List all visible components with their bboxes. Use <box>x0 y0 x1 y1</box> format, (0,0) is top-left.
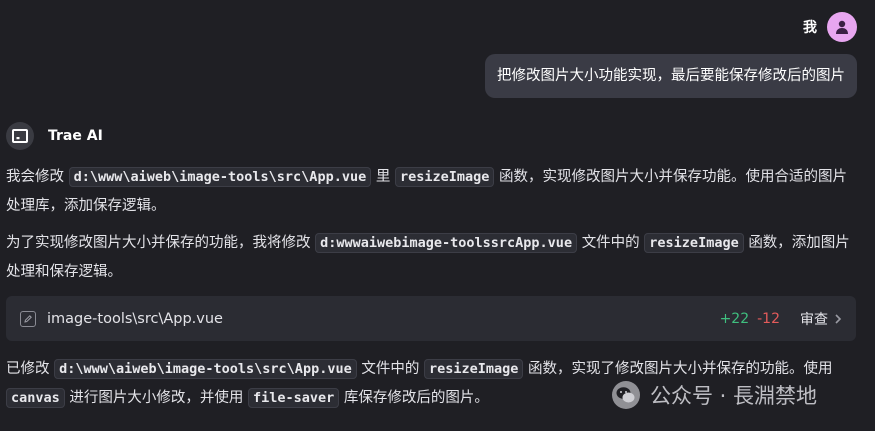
watermark-text: 公众号 · 長淵禁地 <box>650 384 818 408</box>
person-icon <box>836 20 848 34</box>
ai-avatar <box>6 122 34 150</box>
user-header: 我 <box>803 12 857 42</box>
user-avatar[interactable] <box>827 12 857 42</box>
user-name: 我 <box>803 20 817 36</box>
text: 为了实现修改图片大小并保存的功能，我将修改 <box>6 235 311 251</box>
text: 文件中的 <box>581 235 640 251</box>
text: 文件中的 <box>361 361 420 377</box>
text: 已修改 <box>6 361 50 377</box>
ai-header: Trae AI <box>6 122 103 150</box>
review-button[interactable]: 审查 <box>800 309 842 329</box>
lines-added: +22 <box>719 310 750 327</box>
file-change-card[interactable]: image-tools\src\App.vue +22 -12 审查 <box>6 296 856 341</box>
inline-code-path: d:\www\aiweb\image-tools\src\App.vue <box>54 359 357 379</box>
inline-code-function: resizeImage <box>423 359 524 379</box>
inline-code-library: file-saver <box>248 388 340 408</box>
inline-code-function: resizeImage <box>644 233 744 253</box>
chevron-right-icon <box>835 313 842 324</box>
ai-paragraph-2: 为了实现修改图片大小并保存的功能，我将修改 d:wwwaiwebimage-to… <box>6 229 861 287</box>
ai-paragraph-1: 我会修改 d:\www\aiweb\image-tools\src\App.vu… <box>6 163 861 221</box>
lines-removed: -12 <box>757 310 780 327</box>
text: 库保存修改后的图片。 <box>343 390 489 406</box>
ai-name: Trae AI <box>48 128 103 144</box>
text: 我会修改 <box>6 169 64 185</box>
watermark: 公众号 · 長淵禁地 <box>612 380 817 410</box>
inline-code-path: d:wwwaiwebimage-toolssrcApp.vue <box>315 233 578 253</box>
text: 里 <box>375 169 391 185</box>
wechat-icon <box>612 381 640 409</box>
inline-code-function: resizeImage <box>394 167 495 187</box>
trae-logo-icon <box>12 129 28 143</box>
edit-file-icon <box>20 310 36 327</box>
inline-code-canvas: canvas <box>6 388 65 408</box>
inline-code-path: d:\www\aiweb\image-tools\src\App.vue <box>68 167 372 187</box>
text: 进行图片大小修改，并使用 <box>69 390 244 406</box>
text: 函数，实现了修改图片大小并保存的功能。使用 <box>527 361 833 377</box>
review-label: 审查 <box>800 311 828 328</box>
user-message-bubble: 把修改图片大小功能实现，最后要能保存修改后的图片 <box>485 54 857 98</box>
file-path: image-tools\src\App.vue <box>47 310 223 327</box>
